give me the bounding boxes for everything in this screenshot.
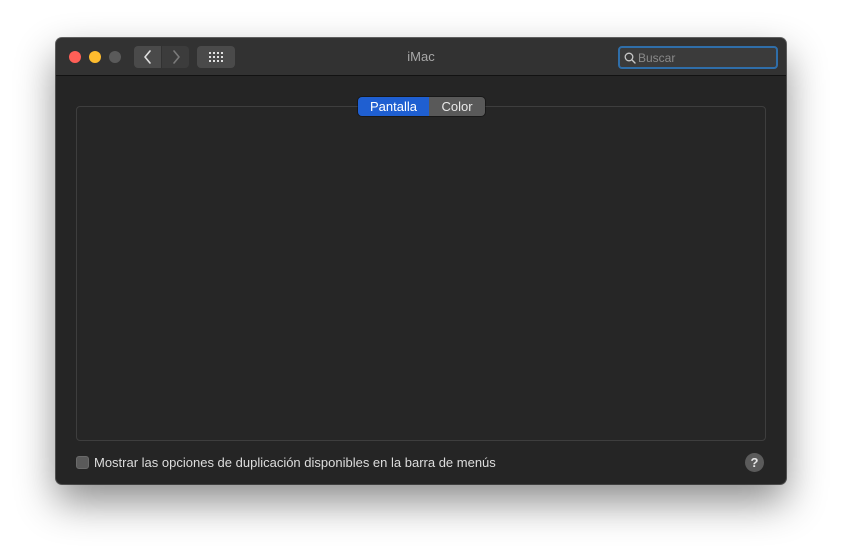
- search-icon: [624, 52, 636, 64]
- minimize-button[interactable]: [89, 51, 101, 63]
- search-input[interactable]: [638, 50, 768, 65]
- grid-icon: [209, 52, 223, 62]
- mirroring-option: Mostrar las opciones de duplicación disp…: [76, 455, 496, 470]
- mirroring-checkbox[interactable]: [76, 456, 89, 469]
- search-field[interactable]: [618, 46, 778, 69]
- help-button[interactable]: ?: [745, 453, 764, 472]
- navigation-buttons: [134, 46, 189, 68]
- show-all-button[interactable]: [197, 46, 235, 68]
- tab-color[interactable]: Color: [429, 97, 485, 116]
- back-button[interactable]: [134, 46, 161, 68]
- tab-bar: Pantalla Color: [358, 97, 485, 116]
- display-panel: [76, 106, 766, 441]
- chevron-left-icon: [143, 50, 151, 64]
- tab-pantalla[interactable]: Pantalla: [358, 97, 429, 116]
- titlebar: iMac: [56, 38, 786, 76]
- close-button[interactable]: [69, 51, 81, 63]
- chevron-right-icon: [172, 50, 180, 64]
- zoom-button: [109, 51, 121, 63]
- preferences-window: iMac Pantalla Color Mostrar las opciones…: [56, 38, 786, 484]
- mirroring-checkbox-label[interactable]: Mostrar las opciones de duplicación disp…: [94, 455, 496, 470]
- forward-button[interactable]: [162, 46, 189, 68]
